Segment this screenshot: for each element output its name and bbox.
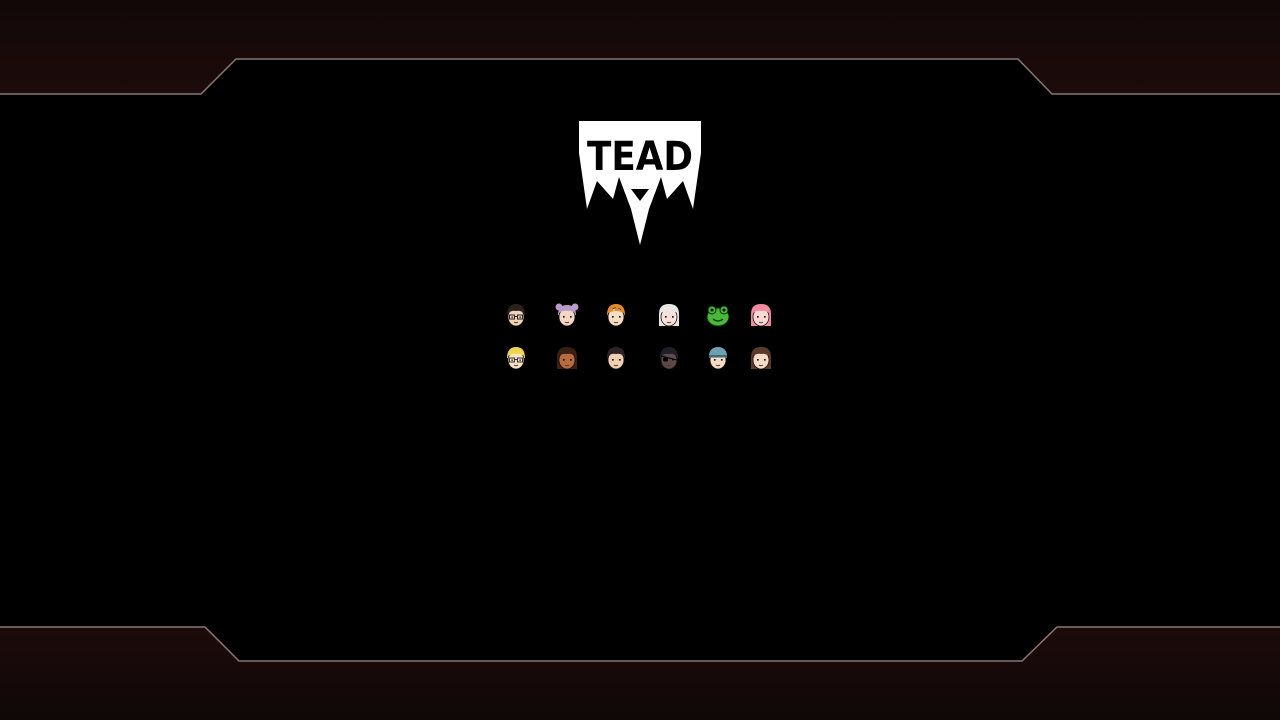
- white-hair-face-icon: [659, 304, 679, 327]
- lavender-pigtails-face-icon: [555, 303, 579, 327]
- brown-long-hair-face-icon: [751, 347, 771, 370]
- character-avatar-frog[interactable]: [705, 302, 731, 328]
- glasses-dark-hair-face-icon: [507, 304, 525, 327]
- character-avatar-glasses-dark-hair[interactable]: [503, 302, 529, 328]
- screen-frame: [0, 0, 1280, 720]
- curly-dark-skin-face-icon: [557, 347, 577, 370]
- character-avatar-orange-hair[interactable]: [603, 302, 629, 328]
- character-avatar-lavender-pigtails[interactable]: [554, 302, 580, 328]
- top-frame-band: [0, 0, 1280, 94]
- eyepatch-face-icon: [660, 347, 678, 370]
- game-screen: TEAD: [0, 0, 1280, 720]
- character-avatar-white-hair[interactable]: [656, 302, 682, 328]
- character-avatar-eyepatch[interactable]: [656, 345, 682, 371]
- pink-hair-face-icon: [751, 304, 771, 327]
- character-avatar-dark-hair-bangs[interactable]: [603, 345, 629, 371]
- character-avatar-curly-dark-skin[interactable]: [554, 345, 580, 371]
- logo-wordmark: TEAD: [587, 134, 693, 180]
- bottom-frame-band: [0, 627, 1280, 720]
- character-avatar-cap-wearer[interactable]: [705, 345, 731, 371]
- blonde-glasses-face-icon: [507, 347, 525, 370]
- game-logo: TEAD: [575, 117, 705, 249]
- dark-hair-bangs-face-icon: [607, 347, 625, 370]
- character-avatar-blonde-glasses[interactable]: [503, 345, 529, 371]
- character-avatar-pink-hair[interactable]: [748, 302, 774, 328]
- cap-wearer-face-icon: [709, 347, 727, 370]
- frog-face-icon: [706, 305, 730, 327]
- character-avatar-brown-long-hair[interactable]: [748, 345, 774, 371]
- orange-hair-face-icon: [607, 304, 625, 327]
